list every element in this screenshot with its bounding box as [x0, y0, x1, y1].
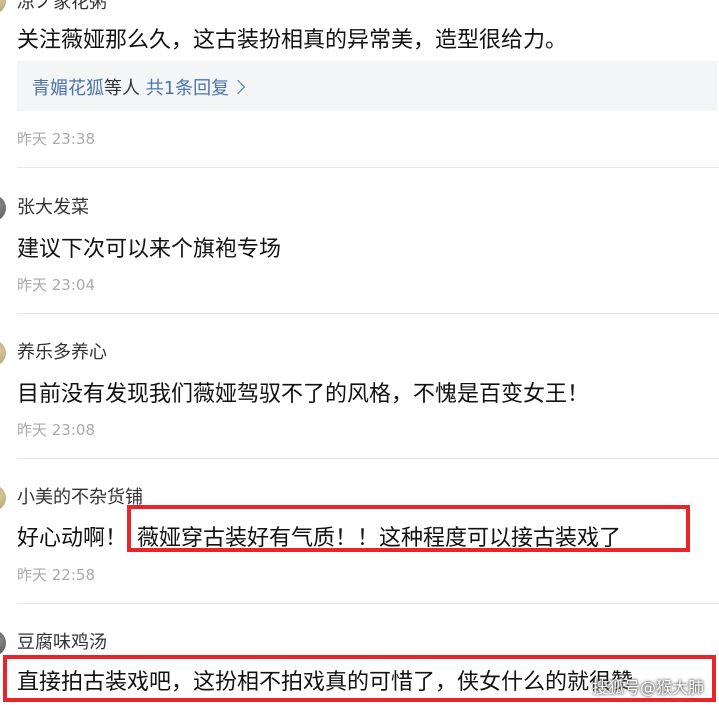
divider	[17, 603, 719, 604]
comment-time: 昨天 23:08	[17, 421, 95, 439]
divider	[17, 313, 719, 314]
avatar[interactable]	[0, 485, 6, 511]
comment-username[interactable]: 张大发菜	[17, 193, 89, 219]
comment-username[interactable]: 豆腐味鸡汤	[17, 628, 107, 654]
comment-time: 昨天 23:38	[17, 130, 95, 148]
avatar[interactable]	[0, 195, 6, 221]
comment-time: 昨天 22:58	[17, 566, 95, 584]
divider	[17, 458, 719, 459]
reply-count-link[interactable]: 共1条回复	[146, 78, 229, 99]
divider	[17, 167, 719, 168]
chevron-right-icon	[231, 79, 246, 95]
comment-text-prefix: 好心动啊！	[17, 526, 128, 551]
comment-text: 目前没有发现我们薇娅驾驭不了的风格，不愧是百变女王！	[17, 382, 590, 407]
avatar[interactable]	[0, 340, 6, 366]
comment-text: 关注薇娅那么久，这古装扮相真的异常美，造型很给力。	[17, 28, 568, 53]
watermark: 搜狐号@猴大肺	[592, 678, 705, 697]
comment-username[interactable]: 凉ノ家花粥	[17, 0, 107, 14]
avatar[interactable]	[0, 630, 6, 656]
comment-time: 昨天 23:04	[17, 276, 95, 294]
highlight-box	[127, 505, 690, 552]
comment-username[interactable]: 养乐多养心	[17, 338, 107, 364]
reply-users-link[interactable]: 青媚花狐	[32, 78, 104, 99]
avatar[interactable]	[0, 0, 6, 14]
reply-summary[interactable]: 青媚花狐等人 共1条回复	[17, 61, 717, 111]
comment-username[interactable]: 小美的不杂货铺	[17, 483, 143, 509]
comment-text: 建议下次可以来个旗袍专场	[17, 237, 282, 262]
reply-mid-text: 等人	[104, 78, 140, 99]
